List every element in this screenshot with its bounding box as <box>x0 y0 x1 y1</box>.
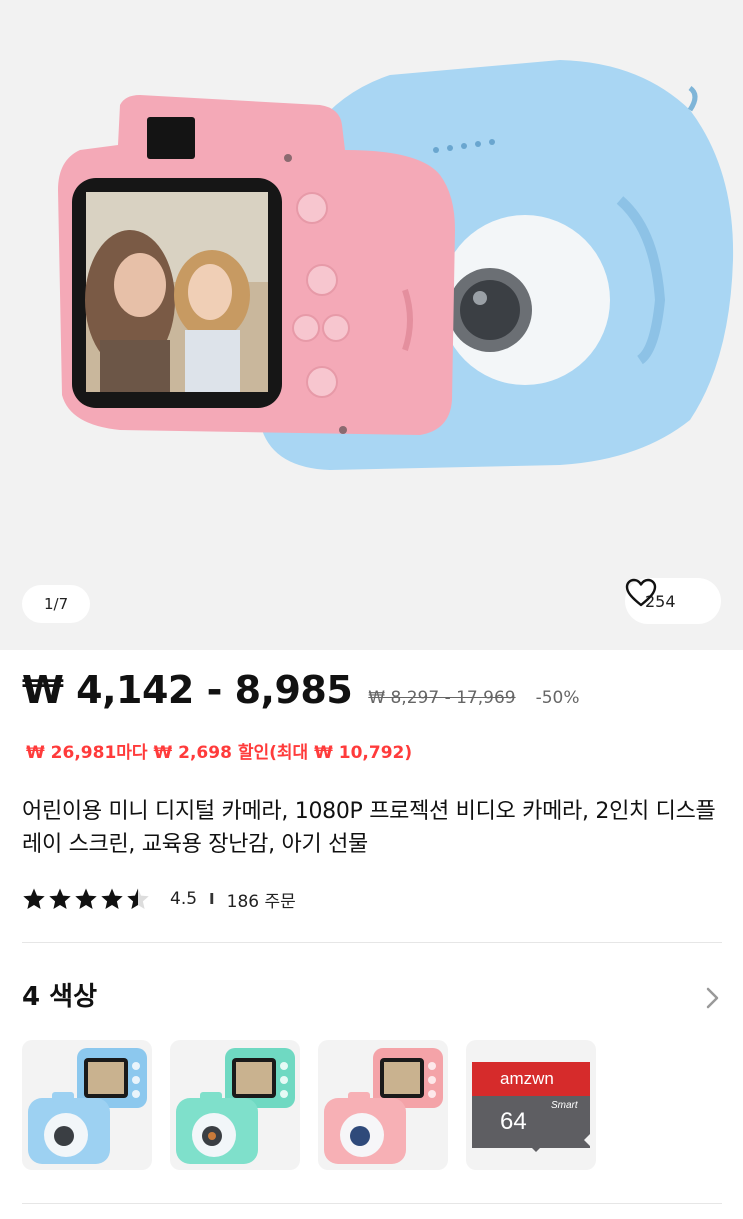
image-pager: 1/7 <box>22 585 91 623</box>
original-price: ₩ 8,297 - 17,969 <box>368 688 516 708</box>
star-full-icon <box>101 888 123 909</box>
wishlist-button[interactable]: 254 <box>625 578 721 624</box>
color-option-pink[interactable] <box>318 1040 448 1170</box>
product-title: 어린이용 미니 디지털 카메라, 1080P 프로젝션 비디오 카메라, 2인치… <box>22 799 716 857</box>
discount-badge: -50% <box>535 688 580 708</box>
color-swatch-list: amzwn 64 Smart <box>22 1040 614 1170</box>
star-half-icon <box>127 888 149 909</box>
star-full-icon <box>49 888 71 909</box>
heart-outline-icon <box>625 578 657 607</box>
star-rating <box>22 887 152 911</box>
rating-summary[interactable]: 4.5 I 186 주문 <box>22 883 296 915</box>
chevron-right-icon[interactable] <box>704 985 722 1011</box>
rating-value: 4.5 <box>170 889 198 909</box>
color-option-sd-card[interactable]: amzwn 64 Smart <box>466 1040 596 1170</box>
camera-thumbnail <box>176 1048 295 1164</box>
product-photo <box>58 60 734 470</box>
order-count: 186 주문 <box>226 891 296 912</box>
sd-card-brand: amzwn <box>500 1069 554 1088</box>
color-options-heading[interactable]: 4 색상 <box>22 976 97 1013</box>
product-image-gallery[interactable]: 1/7 254 <box>0 0 743 650</box>
color-option-blue[interactable] <box>22 1040 152 1170</box>
star-full-icon <box>75 888 97 909</box>
coupon-promo[interactable]: ₩ 26,981마다 ₩ 2,698 할인(최대 ₩ 10,792) <box>26 738 412 763</box>
camera-thumbnail <box>28 1048 147 1164</box>
rating-separator: I <box>209 890 215 908</box>
sale-price: ₩ 4,142 - 8,985 <box>22 668 353 712</box>
sd-card-label: Smart <box>551 1100 578 1111</box>
color-option-mint[interactable] <box>170 1040 300 1170</box>
price-row: ₩ 4,142 - 8,985 ₩ 8,297 - 17,969 -50% <box>22 668 580 718</box>
star-full-icon <box>23 888 45 909</box>
section-divider <box>22 942 722 943</box>
camera-thumbnail <box>324 1048 443 1164</box>
sd-card-capacity: 64 <box>500 1108 527 1135</box>
section-divider <box>22 1203 722 1204</box>
